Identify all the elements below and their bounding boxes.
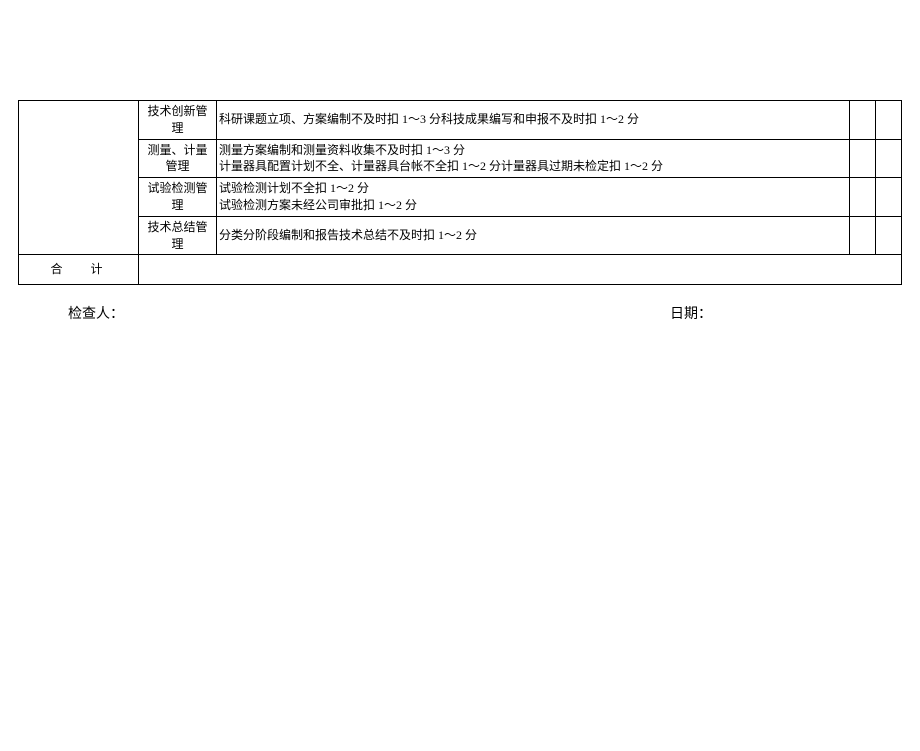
date-label: 日期：	[670, 303, 712, 323]
row-label: 技术总结管理	[139, 216, 217, 255]
score-cell	[850, 101, 876, 140]
score-cell	[850, 216, 876, 255]
row-desc: 测量方案编制和测量资料收集不及时扣 1～3 分 计量器具配置计划不全、计量器具台…	[217, 139, 850, 178]
score-cell	[876, 101, 902, 140]
table-container: 技术创新管理 科研课题立项、方案编制不及时扣 1～3 分科技成果编写和申报不及时…	[18, 100, 902, 285]
row-label: 测量、计量管理	[139, 139, 217, 178]
category-cell	[19, 101, 139, 255]
table-row: 试验检测管理 试验检测计划不全扣 1～2 分 试验检测方案未经公司审批扣 1～2…	[19, 178, 902, 217]
total-value	[139, 255, 902, 285]
score-cell	[876, 216, 902, 255]
table-row: 技术总结管理 分类分阶段编制和报告技术总结不及时扣 1～2 分	[19, 216, 902, 255]
row-desc: 试验检测计划不全扣 1～2 分 试验检测方案未经公司审批扣 1～2 分	[217, 178, 850, 217]
total-label: 合计	[19, 255, 139, 285]
score-cell	[876, 178, 902, 217]
inspection-table: 技术创新管理 科研课题立项、方案编制不及时扣 1～3 分科技成果编写和申报不及时…	[18, 100, 902, 285]
table-row: 技术创新管理 科研课题立项、方案编制不及时扣 1～3 分科技成果编写和申报不及时…	[19, 101, 902, 140]
score-cell	[850, 178, 876, 217]
score-cell	[850, 139, 876, 178]
row-label: 试验检测管理	[139, 178, 217, 217]
inspector-label: 检查人：	[68, 303, 124, 323]
row-desc: 科研课题立项、方案编制不及时扣 1～3 分科技成果编写和申报不及时扣 1～2 分	[217, 101, 850, 140]
row-desc: 分类分阶段编制和报告技术总结不及时扣 1～2 分	[217, 216, 850, 255]
row-label: 技术创新管理	[139, 101, 217, 140]
score-cell	[876, 139, 902, 178]
table-row: 测量、计量管理 测量方案编制和测量资料收集不及时扣 1～3 分 计量器具配置计划…	[19, 139, 902, 178]
footer: 检查人： 日期：	[68, 303, 852, 323]
total-row: 合计	[19, 255, 902, 285]
